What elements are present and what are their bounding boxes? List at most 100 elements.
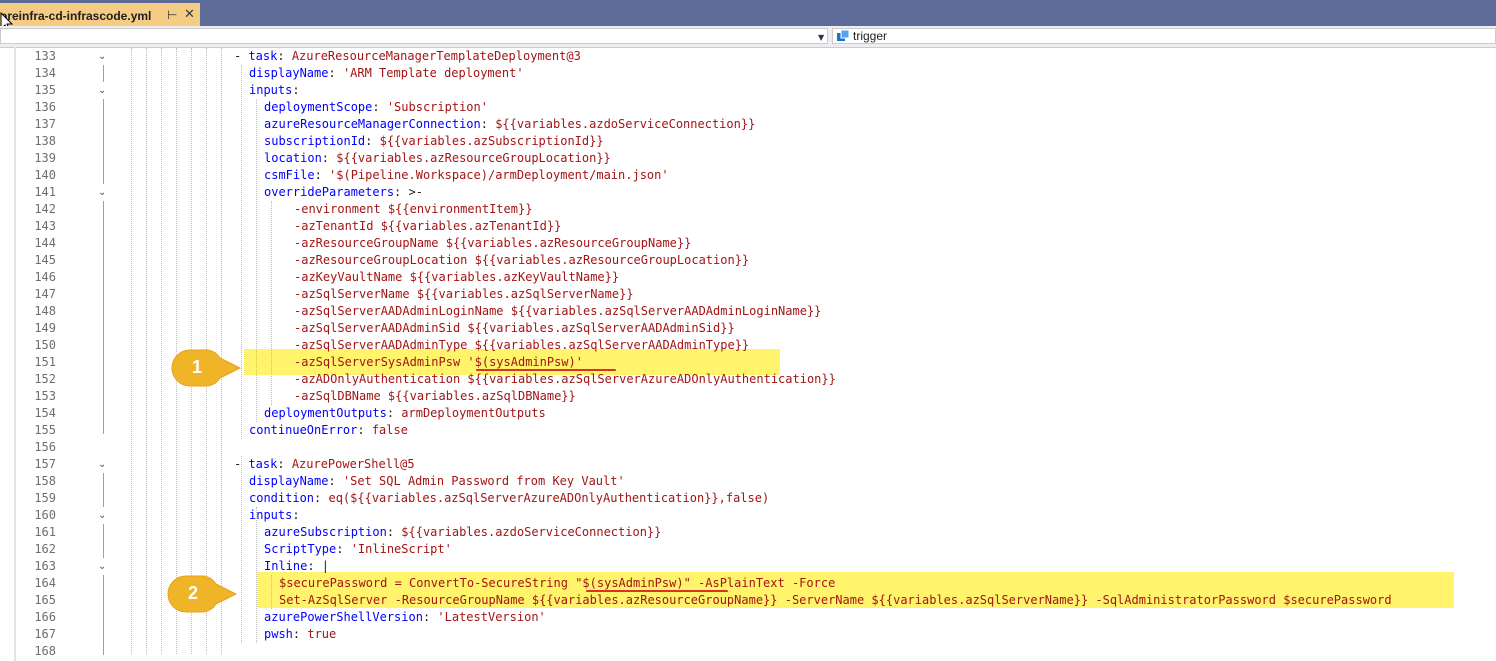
code-token: : — [480, 117, 496, 131]
code-token: 'LatestVersion' — [437, 610, 546, 624]
code-token: -azResourceGroupName ${{variables.azReso… — [294, 236, 692, 250]
collapse-chevron-icon[interactable]: ⌄ — [98, 48, 107, 65]
code-token: true — [307, 627, 337, 641]
code-text: -azSqlServerAADAdminType ${{variables.az… — [294, 337, 749, 354]
pin-icon[interactable]: ⊢ — [167, 8, 177, 22]
code-token: Set-AzSqlServer -ResourceGroupName ${{va… — [279, 593, 1392, 607]
code-token: : — [321, 151, 337, 165]
document-tab[interactable]: oreinfra-cd-infrascode.yml ⊢ ✕ — [0, 3, 200, 26]
code-text: overrideParameters: >- — [264, 184, 423, 201]
chevron-down-icon[interactable]: ▼ — [818, 33, 824, 42]
code-token: -environment ${{environmentItem}} — [294, 202, 533, 216]
code-token: '$(Pipeline.Workspace)/armDeployment/mai… — [329, 168, 669, 182]
code-token: -azTenantId ${{variables.azTenantId}} — [294, 219, 562, 233]
code-token: -azADOnlyAuthentication ${{variables.azS… — [294, 372, 836, 386]
code-line[interactable]: 143 -azTenantId ${{variables.azTenantId}} — [0, 218, 1496, 235]
line-number: 139 — [34, 151, 56, 165]
code-line[interactable]: 158 displayName: 'Set SQL Admin Password … — [0, 473, 1496, 490]
code-line[interactable]: 159 condition: eq(${{variables.azSqlServe… — [0, 490, 1496, 507]
line-number: 142 — [34, 202, 56, 216]
line-number: 140 — [34, 168, 56, 182]
code-line[interactable]: 162 ScriptType: 'InlineScript' — [0, 541, 1496, 558]
code-token: : | — [307, 559, 330, 573]
code-token: : — [292, 508, 300, 522]
navigation-bar: ▼ trigger — [0, 26, 1496, 48]
scope-dropdown[interactable]: ▼ — [0, 28, 828, 44]
line-number: 150 — [34, 338, 56, 352]
code-text: azurePowerShellVersion: 'LatestVersion' — [264, 609, 546, 626]
code-line[interactable]: 142 -environment ${{environmentItem}} — [0, 201, 1496, 218]
code-text: -azSqlDBName ${{variables.azSqlDBName}} — [294, 388, 576, 405]
code-line[interactable]: 133 ⌄ - task: AzureResourceManagerTemplate… — [0, 48, 1496, 65]
code-token: eq(${{variables.azSqlServerAzureADOnlyAu… — [328, 491, 770, 505]
line-number: 156 — [34, 440, 56, 454]
collapse-chevron-icon[interactable]: ⌄ — [98, 507, 107, 524]
code-text: csmFile: '$(Pipeline.Workspace)/armDeplo… — [264, 167, 669, 184]
line-number: 168 — [34, 644, 56, 658]
code-line[interactable]: 145 -azResourceGroupLocation ${{variables… — [0, 252, 1496, 269]
collapse-chevron-icon[interactable]: ⌄ — [98, 558, 107, 575]
code-line[interactable]: 161 azureSubscription: ${{variables.azdoS… — [0, 524, 1496, 541]
code-token: 'ARM Template deployment' — [342, 66, 524, 80]
code-line[interactable]: 137 azureResourceManagerConnection: ${{va… — [0, 116, 1496, 133]
yaml-key: Inline — [264, 559, 308, 573]
line-number: 152 — [34, 372, 56, 386]
code-token: : — [292, 627, 308, 641]
code-token: $securePassword = ConvertTo-SecureString… — [279, 576, 836, 590]
code-text: deploymentOutputs: armDeploymentOutputs — [264, 405, 546, 422]
collapse-chevron-icon[interactable]: ⌄ — [98, 456, 107, 473]
code-text: displayName: 'Set SQL Admin Password fro… — [249, 473, 625, 490]
code-line[interactable]: 148 -azSqlServerAADAdminLoginName ${{vari… — [0, 303, 1496, 320]
code-line[interactable]: 168 — [0, 643, 1496, 660]
code-line[interactable]: 163 ⌄ Inline: | — [0, 558, 1496, 575]
line-number: 133 — [34, 49, 56, 63]
yaml-key: subscriptionId — [264, 134, 366, 148]
line-number: 166 — [34, 610, 56, 624]
code-line[interactable]: 139 location: ${{variables.azResourceGrou… — [0, 150, 1496, 167]
code-text: condition: eq(${{variables.azSqlServerAz… — [249, 490, 769, 507]
code-line[interactable]: 149 -azSqlServerAADAdminSid ${{variables.… — [0, 320, 1496, 337]
underline-sysadminpsw-2 — [586, 590, 728, 592]
line-number: 162 — [34, 542, 56, 556]
code-line[interactable]: 147 -azSqlServerName ${{variables.azSqlSe… — [0, 286, 1496, 303]
yaml-key: deploymentOutputs — [264, 406, 387, 420]
yaml-key: location — [264, 151, 322, 165]
line-number: 145 — [34, 253, 56, 267]
code-token: : — [292, 83, 300, 97]
line-number: 159 — [34, 491, 56, 505]
line-number: 137 — [34, 117, 56, 131]
code-line[interactable]: 153 -azSqlDBName ${{variables.azSqlDBName… — [0, 388, 1496, 405]
code-line[interactable]: 140 csmFile: '$(Pipeline.Workspace)/armDe… — [0, 167, 1496, 184]
code-text: azureResourceManagerConnection: ${{varia… — [264, 116, 755, 133]
code-line[interactable]: 144 -azResourceGroupName ${{variables.azR… — [0, 235, 1496, 252]
line-number: 138 — [34, 134, 56, 148]
code-line[interactable]: 160 ⌄ inputs: — [0, 507, 1496, 524]
code-line[interactable]: 134 displayName: 'ARM Template deployment… — [0, 65, 1496, 82]
code-text: -azResourceGroupLocation ${{variables.az… — [294, 252, 749, 269]
code-line[interactable]: 135 ⌄ inputs: — [0, 82, 1496, 99]
callout-badge-2: 2 — [164, 574, 238, 613]
collapse-chevron-icon[interactable]: ⌄ — [98, 184, 107, 201]
code-text: -environment ${{environmentItem}} — [294, 201, 532, 218]
code-line[interactable]: 157 ⌄ - task: AzurePowerShell@5 — [0, 456, 1496, 473]
code-token: : — [422, 610, 438, 624]
code-line[interactable]: 136 deploymentScope: 'Subscription' — [0, 99, 1496, 116]
yaml-key: azurePowerShellVersion — [264, 610, 423, 624]
line-number: 146 — [34, 270, 56, 284]
code-line[interactable]: 141 ⌄ overrideParameters: >- — [0, 184, 1496, 201]
code-line[interactable]: 154 deploymentOutputs: armDeploymentOutpu… — [0, 405, 1496, 422]
code-line[interactable]: 167 pwsh: true — [0, 626, 1496, 643]
code-text: inputs: — [249, 507, 300, 524]
code-text: - task: AzurePowerShell@5 — [234, 456, 415, 473]
code-text: ScriptType: 'InlineScript' — [264, 541, 452, 558]
line-number: 144 — [34, 236, 56, 250]
code-line[interactable]: 156 — [0, 439, 1496, 456]
close-icon[interactable]: ✕ — [184, 7, 195, 22]
line-number: 153 — [34, 389, 56, 403]
code-line[interactable]: 146 -azKeyVaultName ${{variables.azKeyVau… — [0, 269, 1496, 286]
line-number: 154 — [34, 406, 56, 420]
code-line[interactable]: 138 subscriptionId: ${{variables.azSubscr… — [0, 133, 1496, 150]
collapse-chevron-icon[interactable]: ⌄ — [98, 82, 107, 99]
code-line[interactable]: 155 continueOnError: false — [0, 422, 1496, 439]
member-dropdown[interactable]: trigger — [832, 28, 1496, 44]
